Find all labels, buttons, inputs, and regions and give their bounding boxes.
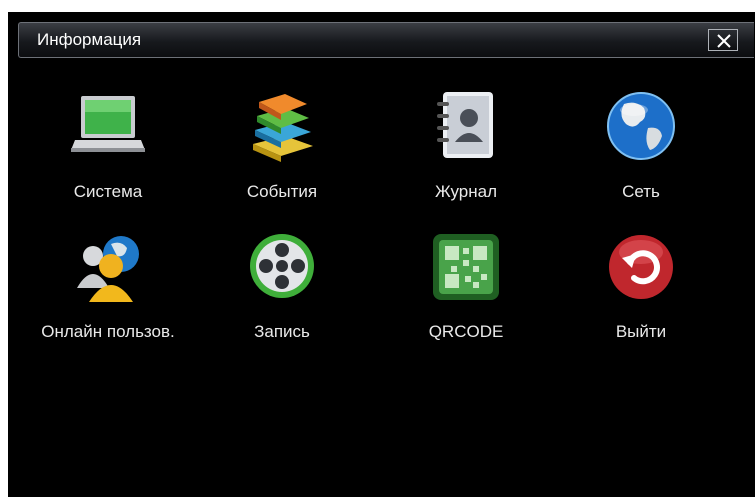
title-bar: Информация <box>18 22 754 58</box>
close-icon <box>717 34 731 48</box>
globe-icon <box>604 90 678 164</box>
info-window: Информация Система События Журнал Сеть О… <box>8 12 755 497</box>
menu-item-online-users[interactable]: Онлайн пользов. <box>33 230 183 360</box>
film-reel-icon <box>245 230 319 304</box>
exit-icon <box>604 230 678 304</box>
laptop-icon <box>71 90 145 164</box>
online-users-icon <box>71 230 145 304</box>
close-button[interactable] <box>708 29 738 51</box>
menu-item-label: События <box>246 182 318 201</box>
menu-item-events[interactable]: События <box>207 90 357 220</box>
books-icon <box>245 90 319 164</box>
menu-item-label: Запись <box>254 322 310 341</box>
menu-item-network[interactable]: Сеть <box>566 90 716 220</box>
menu-item-label: Выйти <box>615 322 667 341</box>
menu-item-label: Сеть <box>622 182 660 201</box>
address-book-icon <box>429 90 503 164</box>
menu-item-qrcode[interactable]: QRCODE <box>391 230 541 360</box>
qrcode-icon <box>429 230 503 304</box>
menu-item-system[interactable]: Система <box>33 90 183 220</box>
menu-item-journal[interactable]: Журнал <box>391 90 541 220</box>
menu-item-record[interactable]: Запись <box>207 230 357 360</box>
menu-item-exit[interactable]: Выйти <box>566 230 716 360</box>
window-title: Информация <box>37 30 142 49</box>
